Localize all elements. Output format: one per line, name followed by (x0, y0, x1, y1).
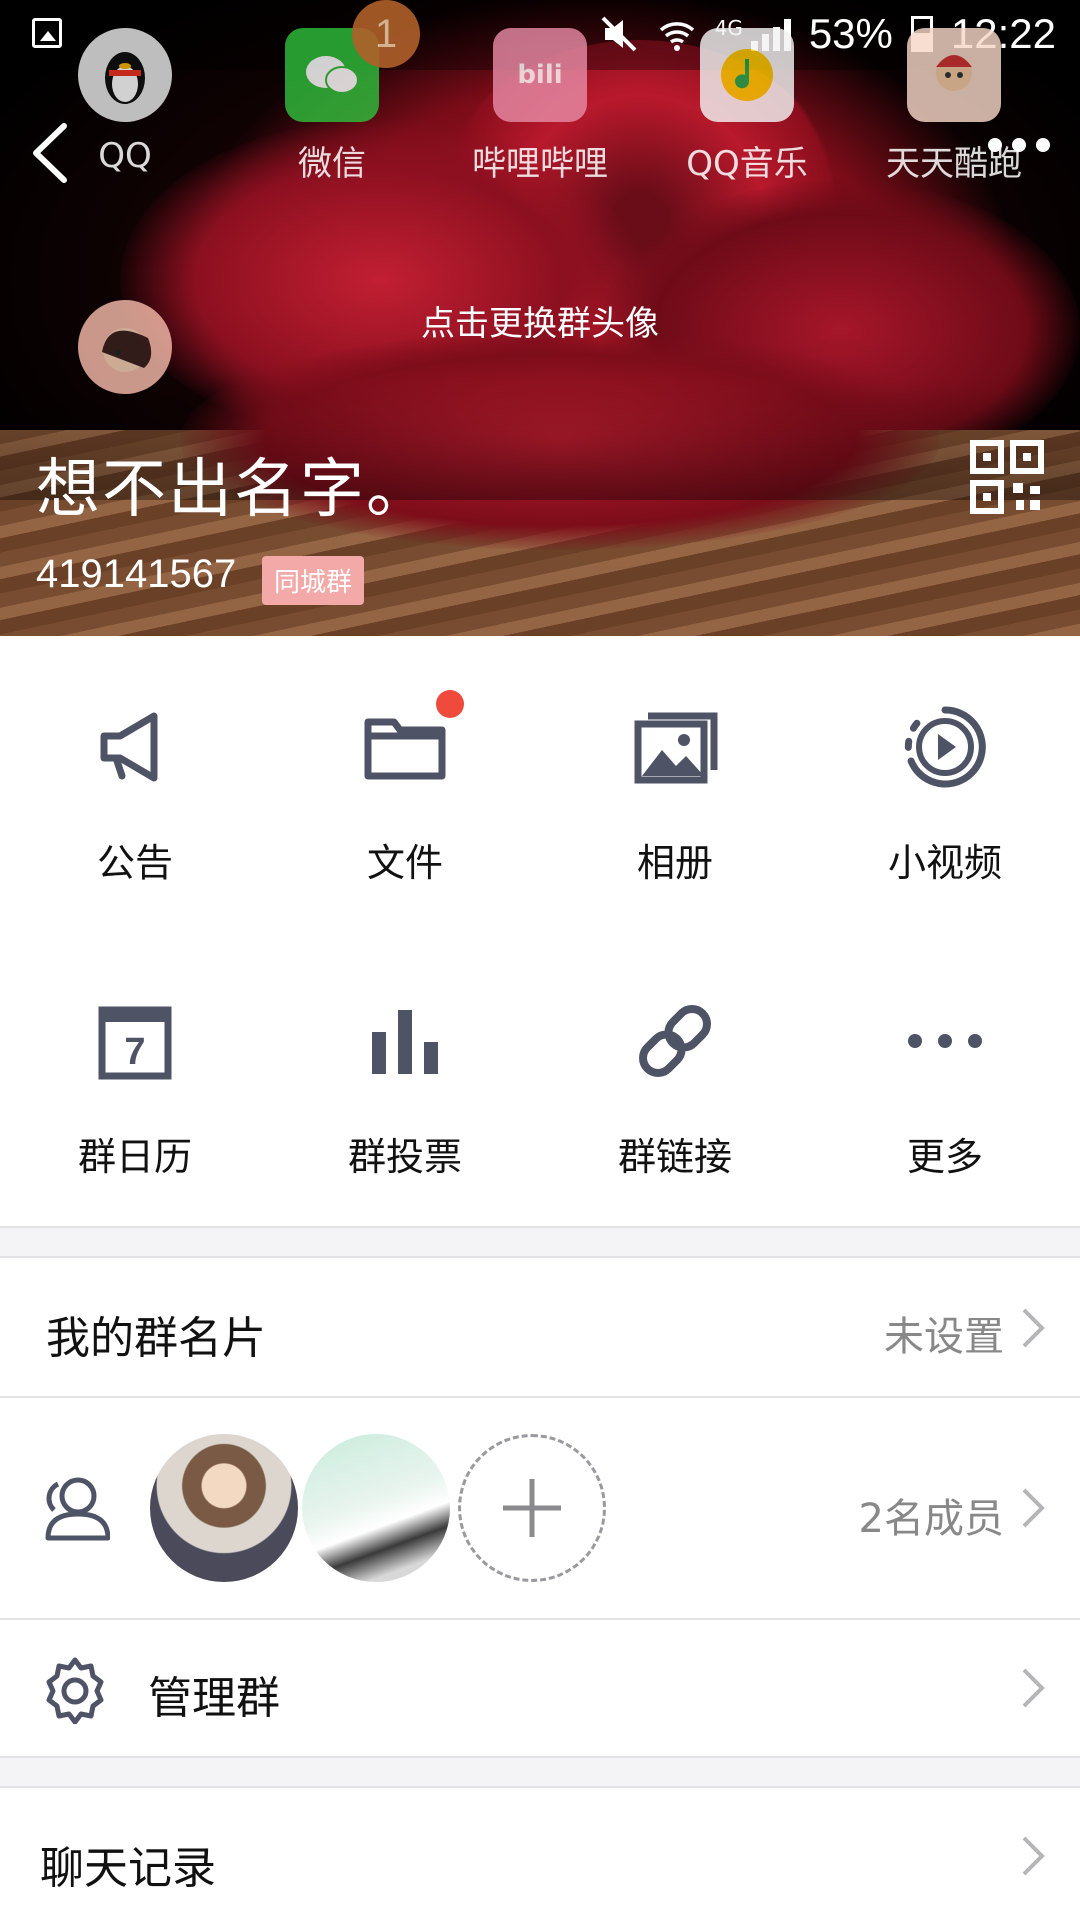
plus-icon (503, 1479, 561, 1537)
launcher-app-bilibili: bili 哔哩哔哩 (470, 28, 610, 185)
section-divider (0, 1226, 1080, 1228)
grid-label: 公告 (96, 841, 173, 885)
bilibili-icon: bili (493, 28, 587, 122)
grid-label: 群日历 (77, 1135, 192, 1179)
more-menu-icon[interactable] (988, 138, 1050, 152)
my-group-card-label: 我的群名片 (46, 1313, 266, 1364)
launcher-label: 微信 (298, 144, 366, 184)
manage-group-row[interactable]: 管理群 (0, 1620, 1080, 1756)
manage-group-label: 管理群 (148, 1673, 280, 1724)
city-group-badge: 同城群 (262, 556, 365, 605)
game-icon (907, 28, 1001, 122)
chevron-right-icon (1022, 1836, 1045, 1876)
add-member-button[interactable] (458, 1434, 606, 1582)
group-id: 419141567 (36, 552, 237, 596)
launcher-app-qq: QQ (55, 28, 195, 176)
chat-history-label: 聊天记录 (40, 1843, 216, 1894)
grid-item-group-link[interactable]: 群链接 (540, 996, 810, 1181)
section-divider (0, 1756, 1080, 1758)
qq-penguin-icon (78, 28, 172, 122)
wechat-badge: 1 (352, 0, 420, 68)
launcher-label: QQ音乐 (686, 144, 808, 184)
qr-code-icon[interactable] (970, 440, 1044, 514)
grid-item-files[interactable]: 文件 (270, 690, 540, 887)
grid-item-more[interactable]: 更多 (810, 996, 1080, 1181)
link-icon (639, 1005, 711, 1077)
chevron-right-icon (1022, 1668, 1045, 1708)
grid-item-announcement[interactable]: 公告 (0, 702, 270, 887)
grid-label: 小视频 (887, 841, 1002, 885)
grid-item-short-video[interactable]: 小视频 (810, 702, 1080, 887)
battery-percent: 53% (808, 10, 893, 57)
member-count: 2名成员 (858, 1496, 1004, 1542)
back-arrow-icon[interactable] (26, 118, 76, 188)
chat-history-row[interactable]: 聊天记录 (0, 1788, 1080, 1920)
folder-icon (364, 718, 446, 780)
more-dots-icon (908, 1034, 982, 1048)
group-name: 想不出名字。 (36, 453, 432, 527)
grid-label: 群投票 (347, 1135, 462, 1179)
grid-label: 文件 (366, 841, 443, 885)
launcher-label: QQ (98, 136, 152, 176)
my-group-card-value: 未设置 (884, 1314, 1004, 1360)
grid-item-calendar[interactable]: 7 群日历 (0, 996, 270, 1181)
my-group-card-row[interactable]: 我的群名片 未设置 (0, 1258, 1080, 1396)
group-header-cover[interactable]: 4G 53% 12:22 QQ 微信 1 bili 哔哩哔哩 QQ音乐 天天酷跑 (0, 0, 1080, 636)
launcher-app-qq-music: QQ音乐 (677, 28, 817, 185)
grid-label: 相册 (636, 841, 713, 885)
grid-item-vote[interactable]: 群投票 (270, 996, 540, 1181)
chevron-right-icon (1022, 1488, 1045, 1528)
launcher-label: 哔哩哔哩 (472, 144, 608, 184)
bar-chart-icon (372, 1010, 438, 1074)
photo-album-icon (634, 712, 718, 784)
megaphone-icon (100, 712, 158, 782)
change-group-avatar-hint[interactable]: 点击更换群头像 (0, 296, 1080, 345)
members-icon (45, 1477, 110, 1541)
grid-item-album[interactable]: 相册 (540, 702, 810, 887)
members-row[interactable]: 2名成员 (0, 1398, 1080, 1618)
grid-label: 更多 (906, 1135, 983, 1179)
video-play-icon (904, 706, 986, 788)
gear-icon (46, 1657, 104, 1724)
grid-label: 群链接 (617, 1135, 732, 1179)
member-avatar-1[interactable] (150, 1434, 298, 1582)
qq-music-icon (700, 28, 794, 122)
launcher-app-game: 天天酷跑 (884, 28, 1024, 185)
group-feature-grid: 公告 文件 相册 小视频 7 群日历 群投票 群链接 更多 (0, 636, 1080, 1226)
calendar-icon: 7 (98, 1006, 172, 1080)
new-file-dot (436, 690, 464, 718)
chevron-right-icon (1022, 1308, 1045, 1348)
member-avatar-2[interactable] (302, 1434, 450, 1582)
svg-text:7: 7 (124, 1031, 145, 1073)
